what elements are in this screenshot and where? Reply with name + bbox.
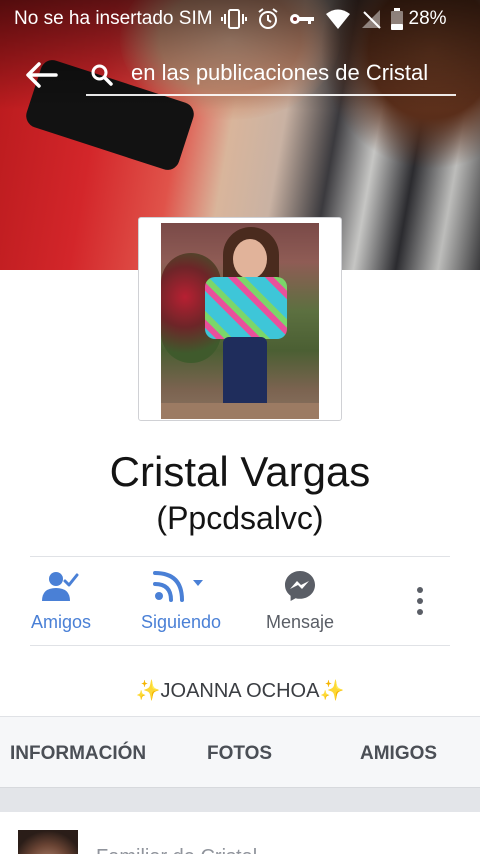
message-button-label: Mensaje bbox=[265, 612, 335, 632]
profile-picture-face bbox=[233, 239, 267, 279]
following-button-label: Siguiendo bbox=[140, 612, 222, 632]
tab-amigos[interactable]: AMIGOS bbox=[360, 743, 437, 765]
battery-percentage: 28% bbox=[408, 8, 447, 29]
vibrate-icon bbox=[220, 9, 247, 29]
featured-friend[interactable]: ✨JOANNA OCHOA✨ bbox=[0, 678, 480, 703]
profile-picture-frame[interactable] bbox=[138, 217, 342, 421]
search-icon bbox=[91, 64, 113, 86]
friends-button[interactable]: Amigos bbox=[30, 568, 92, 633]
profile-picture-ground bbox=[161, 403, 319, 419]
alarm-icon bbox=[257, 8, 278, 29]
search-header: en las publicaciones de Cristal bbox=[0, 50, 480, 98]
tab-informacion[interactable]: INFORMACIÓN bbox=[10, 743, 146, 765]
key-icon bbox=[289, 14, 314, 24]
divider-bottom bbox=[30, 645, 450, 646]
messenger-icon bbox=[285, 571, 315, 601]
search-input[interactable]: en las publicaciones de Cristal bbox=[86, 58, 456, 96]
no-signal-icon bbox=[361, 10, 381, 29]
profile-actions: Amigos Siguiendo Mensaje bbox=[0, 568, 480, 638]
tab-fotos[interactable]: FOTOS bbox=[207, 743, 272, 765]
rss-follow-icon bbox=[153, 571, 203, 602]
search-text: en las publicaciones de Cristal bbox=[131, 60, 429, 85]
friends-button-label: Amigos bbox=[30, 612, 92, 632]
avatar[interactable] bbox=[18, 830, 78, 854]
battery-icon bbox=[390, 8, 403, 30]
following-button[interactable]: Siguiendo bbox=[140, 568, 222, 633]
post-preview-text: Familiar de Cristal bbox=[96, 846, 257, 854]
profile-alternate-name: (Ppcdsalvc) bbox=[156, 500, 324, 536]
status-icons bbox=[220, 8, 403, 30]
carrier-text: No se ha insertado SIM bbox=[14, 8, 213, 29]
message-button[interactable]: Mensaje bbox=[264, 568, 336, 633]
wifi-icon bbox=[325, 9, 350, 29]
back-arrow-icon[interactable] bbox=[24, 60, 58, 90]
profile-name: Cristal Vargas bbox=[109, 448, 371, 495]
section-separator bbox=[0, 788, 480, 812]
post-preview[interactable]: Familiar de Cristal bbox=[0, 812, 480, 854]
profile-tabs: INFORMACIÓN FOTOS AMIGOS bbox=[0, 716, 480, 788]
profile-picture-blouse bbox=[205, 277, 287, 339]
status-bar: No se ha insertado SIM 28% bbox=[0, 0, 480, 38]
divider-top bbox=[30, 556, 450, 557]
friends-check-icon bbox=[42, 572, 79, 601]
profile-picture bbox=[161, 223, 319, 419]
more-options-icon[interactable] bbox=[410, 586, 430, 616]
